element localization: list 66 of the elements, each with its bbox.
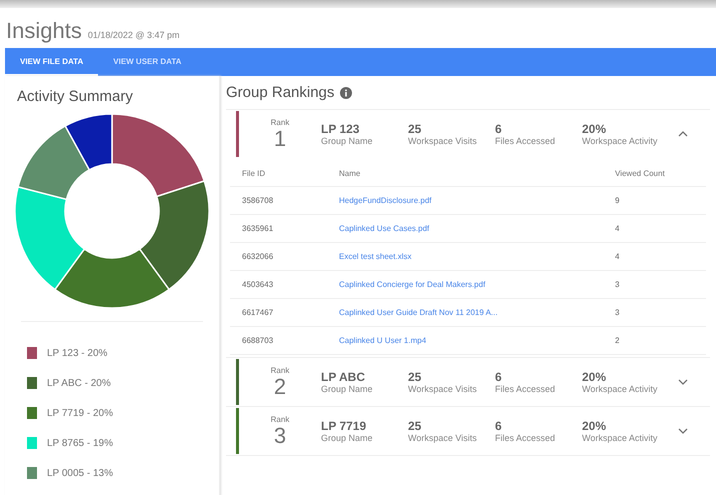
stat-value: 25 xyxy=(408,370,422,384)
stat-value: LP ABC xyxy=(321,370,366,384)
rank-number: 2 xyxy=(274,374,286,398)
chevron-down-icon[interactable] xyxy=(678,378,688,386)
file-id-cell: 3586708 xyxy=(230,186,327,214)
stat-label: Workspace Visits xyxy=(408,433,478,443)
file-link[interactable]: Caplinked U User 1.mp4 xyxy=(339,336,426,345)
stat-value: 6 xyxy=(495,370,503,384)
legend-label: LP 7719 - 20% xyxy=(47,408,113,418)
stat-label: Files Accessed xyxy=(495,433,556,443)
chevron-up-icon[interactable] xyxy=(678,130,688,138)
stat-label: Files Accessed xyxy=(495,136,556,146)
file-link[interactable]: Caplinked Concierge for Deal Makers.pdf xyxy=(339,280,486,289)
stat-value: 25 xyxy=(408,419,422,433)
stat-label: Workspace Visits xyxy=(408,384,478,394)
viewed-count-cell: 3 xyxy=(603,298,706,326)
rank-number: 1 xyxy=(274,126,286,150)
stat-label: Files Accessed xyxy=(495,384,556,394)
file-id-cell: 6688703 xyxy=(230,326,327,354)
stat-value: 6 xyxy=(495,419,503,433)
file-link[interactable]: Caplinked Use Cases.pdf xyxy=(339,224,430,233)
stat-value: 20% xyxy=(582,122,608,136)
file-link[interactable]: HedgeFundDisclosure.pdf xyxy=(339,196,432,205)
stat-value: LP 7719 xyxy=(321,419,368,433)
stat-label: Group Name xyxy=(321,136,374,146)
legend-label: LP 8765 - 19% xyxy=(47,438,113,448)
stat-label: Workspace Activity xyxy=(582,433,658,443)
column-header: Viewed Count xyxy=(603,160,706,186)
stat-value: 6 xyxy=(495,122,503,136)
legend-label: LP ABC - 20% xyxy=(47,378,111,388)
stat-value: 25 xyxy=(408,122,422,136)
stat-label: Workspace Visits xyxy=(408,136,478,146)
rank-number: 3 xyxy=(274,424,286,448)
rank-label: Rank xyxy=(270,414,290,424)
stat-value: 20% xyxy=(582,419,608,433)
panel-title: Activity Summary xyxy=(16,87,134,105)
timestamp: 01/18/2022 @ 3:47 pm xyxy=(88,30,180,40)
stat-label: Group Name xyxy=(321,384,374,394)
tab[interactable]: VIEW USER DATA xyxy=(98,48,196,76)
info-icon[interactable] xyxy=(340,86,352,98)
viewed-count-cell: 4 xyxy=(603,242,706,270)
file-id-cell: 6617467 xyxy=(230,298,327,326)
rank-label: Rank xyxy=(270,366,290,374)
file-id-cell: 6632066 xyxy=(230,242,327,270)
viewed-count-cell: 4 xyxy=(603,214,706,242)
file-link[interactable]: Excel test sheet.xlsx xyxy=(339,252,412,261)
stat-label: Workspace Activity xyxy=(582,384,658,394)
tab[interactable]: VIEW FILE DATA xyxy=(5,48,98,76)
stat-label: Workspace Activity xyxy=(582,136,658,146)
file-link[interactable]: Caplinked User Guide Draft Nov 11 2019 A... xyxy=(339,308,498,317)
stat-value: 20% xyxy=(582,370,608,384)
viewed-count-cell: 9 xyxy=(603,186,706,214)
legend-label: LP 0005 - 13% xyxy=(47,468,113,478)
stat-value: LP 123 xyxy=(321,122,360,136)
column-header: File ID xyxy=(230,160,327,186)
column-header: Name xyxy=(327,160,603,186)
viewed-count-cell: 3 xyxy=(603,270,706,298)
file-id-cell: 4503643 xyxy=(230,270,327,298)
file-id-cell: 3635961 xyxy=(230,214,327,242)
chevron-down-icon[interactable] xyxy=(678,427,688,435)
page-title: Insights xyxy=(6,18,82,44)
stat-label: Group Name xyxy=(321,433,374,443)
rank-label: Rank xyxy=(270,118,290,126)
viewed-count-cell: 2 xyxy=(603,326,706,354)
legend-label: LP 123 - 20% xyxy=(47,348,108,358)
section-title: Group Rankings xyxy=(226,84,334,101)
